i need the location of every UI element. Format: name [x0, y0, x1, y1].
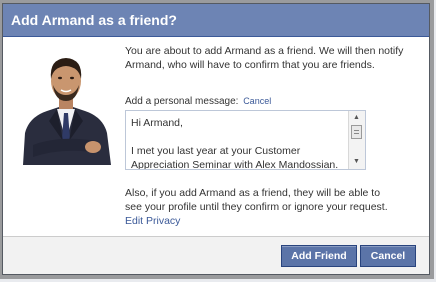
personal-message-label-text: Add a personal message:	[125, 96, 239, 107]
personal-message-label: Add a personal message: Cancel	[125, 96, 271, 107]
triangle-up-icon[interactable]: ▲	[350, 112, 363, 124]
privacy-notice-text: Also, if you add Armand as a friend, the…	[125, 187, 388, 213]
message-cancel-link[interactable]: Cancel	[243, 96, 271, 106]
scrollbar-thumb[interactable]	[351, 125, 362, 139]
cancel-button[interactable]: Cancel	[360, 245, 416, 267]
personal-message-textarea[interactable]: Hi Armand, I met you last year at your C…	[125, 110, 366, 170]
personal-message-text: Hi Armand, I met you last year at your C…	[131, 116, 347, 170]
triangle-down-icon[interactable]: ▼	[350, 156, 363, 168]
message-misspelled-word: Mandossian	[278, 159, 336, 170]
message-body: I met you last year at your Customer App…	[131, 145, 303, 170]
edit-privacy-link[interactable]: Edit Privacy	[125, 215, 180, 227]
dialog-titlebar: Add Armand as a friend?	[3, 4, 429, 37]
dialog-title: Add Armand as a friend?	[11, 12, 177, 28]
add-friend-button[interactable]: Add Friend	[281, 245, 357, 267]
add-friend-dialog: Add Armand as a friend? You are about to…	[2, 3, 430, 275]
intro-text: You are about to add Armand as a friend.…	[125, 45, 404, 71]
privacy-notice: Also, if you add Armand as a friend, the…	[125, 186, 395, 228]
dialog-footer: Add Friend Cancel	[3, 236, 429, 274]
message-greeting: Hi Armand,	[131, 117, 183, 129]
textarea-scrollbar[interactable]: ▲ ▼	[348, 111, 365, 169]
profile-photo	[19, 49, 113, 165]
